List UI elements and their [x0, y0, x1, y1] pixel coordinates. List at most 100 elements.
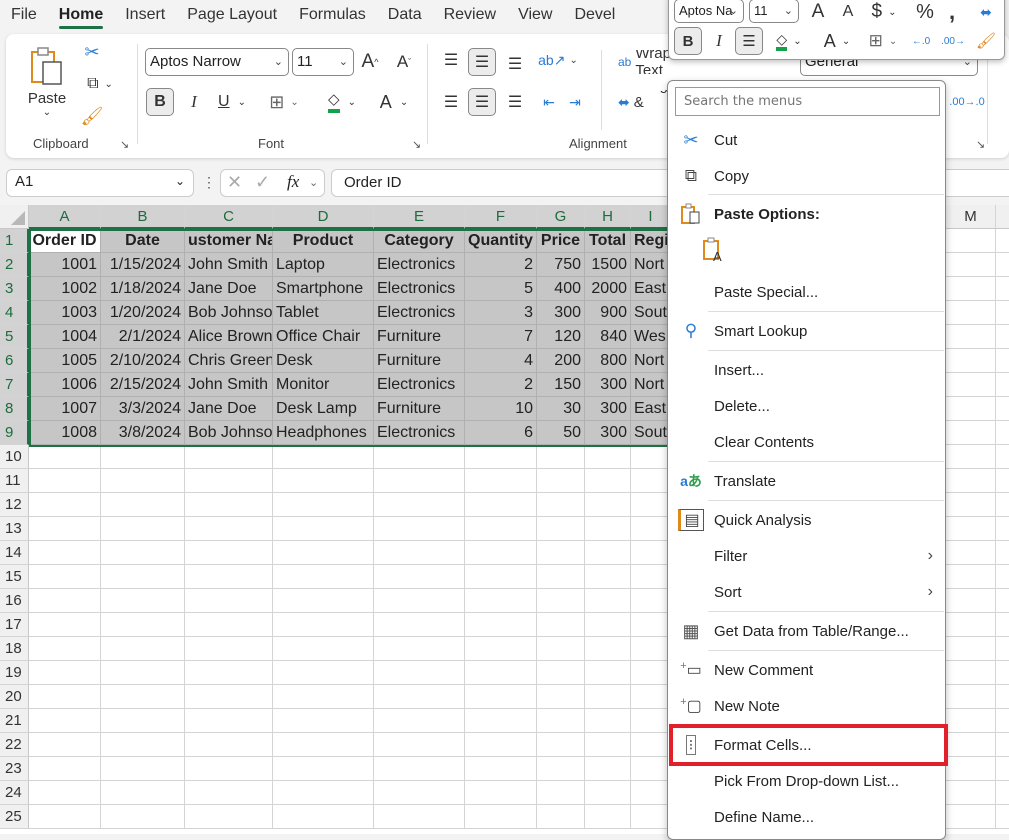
row-header[interactable]: 7: [0, 373, 29, 397]
empty-cell[interactable]: [29, 709, 101, 733]
orientation-button[interactable]: ab↗ ⌄: [536, 48, 580, 72]
empty-cell[interactable]: [465, 805, 537, 829]
data-cell[interactable]: Electronics: [374, 277, 465, 301]
data-cell[interactable]: Alice Brown: [185, 325, 273, 349]
empty-cell[interactable]: [465, 757, 537, 781]
empty-cell[interactable]: [996, 661, 1009, 685]
empty-cell[interactable]: [996, 445, 1009, 469]
data-cell[interactable]: 3: [465, 301, 537, 325]
empty-cell[interactable]: [374, 445, 465, 469]
empty-cell[interactable]: [29, 589, 101, 613]
column-header[interactable]: D: [273, 205, 374, 229]
row-header[interactable]: 5: [0, 325, 29, 349]
empty-cell[interactable]: [374, 493, 465, 517]
empty-cell[interactable]: [996, 373, 1009, 397]
header-cell[interactable]: Quantity: [465, 229, 537, 253]
empty-cell[interactable]: [537, 445, 585, 469]
column-header[interactable]: F: [465, 205, 537, 229]
mini-increase-font-button[interactable]: A: [807, 1, 829, 23]
empty-cell[interactable]: [29, 493, 101, 517]
copy-button[interactable]: ⧉ ⌄: [80, 72, 120, 96]
empty-cell[interactable]: [946, 349, 996, 373]
data-cell[interactable]: Bob Johnsor: [185, 301, 273, 325]
empty-cell[interactable]: [996, 781, 1009, 805]
data-cell[interactable]: 1008: [29, 421, 101, 445]
empty-cell[interactable]: [537, 589, 585, 613]
row-header[interactable]: 1: [0, 229, 29, 253]
column-header[interactable]: B: [101, 205, 185, 229]
empty-cell[interactable]: [996, 805, 1009, 829]
data-cell[interactable]: 750: [537, 253, 585, 277]
row-header[interactable]: 13: [0, 517, 29, 541]
data-cell[interactable]: Electronics: [374, 373, 465, 397]
data-cell[interactable]: Sout: [631, 421, 671, 445]
empty-cell[interactable]: [585, 637, 631, 661]
empty-cell[interactable]: [465, 637, 537, 661]
empty-cell[interactable]: [585, 493, 631, 517]
data-cell[interactable]: 1500: [585, 253, 631, 277]
empty-cell[interactable]: [996, 709, 1009, 733]
data-cell[interactable]: 3/3/2024: [101, 397, 185, 421]
empty-cell[interactable]: [946, 637, 996, 661]
row-header[interactable]: 6: [0, 349, 29, 373]
empty-cell[interactable]: [996, 229, 1009, 253]
empty-cell[interactable]: [185, 637, 273, 661]
menu-item-quick-analysis[interactable]: ▤ Quick Analysis: [668, 503, 945, 537]
tab-view[interactable]: View: [507, 0, 563, 32]
data-cell[interactable]: 1/18/2024: [101, 277, 185, 301]
empty-cell[interactable]: [101, 469, 185, 493]
tab-insert[interactable]: Insert: [114, 0, 176, 32]
data-cell[interactable]: 1003: [29, 301, 101, 325]
header-cell[interactable]: ustomer Nan: [185, 229, 273, 253]
empty-cell[interactable]: [537, 613, 585, 637]
menu-item-paste-special[interactable]: Paste Special...: [668, 275, 945, 309]
empty-cell[interactable]: [101, 637, 185, 661]
empty-cell[interactable]: [185, 445, 273, 469]
row-header[interactable]: 20: [0, 685, 29, 709]
empty-cell[interactable]: [946, 421, 996, 445]
data-cell[interactable]: Furniture: [374, 349, 465, 373]
empty-cell[interactable]: [631, 805, 671, 829]
row-header[interactable]: 23: [0, 757, 29, 781]
italic-button[interactable]: I: [182, 88, 206, 116]
row-header[interactable]: 17: [0, 613, 29, 637]
empty-cell[interactable]: [537, 805, 585, 829]
empty-cell[interactable]: [29, 661, 101, 685]
empty-cell[interactable]: [101, 805, 185, 829]
empty-cell[interactable]: [374, 637, 465, 661]
accounting-format-button[interactable]: $ ⌄: [867, 1, 901, 23]
empty-cell[interactable]: [996, 565, 1009, 589]
menu-item-sort[interactable]: Sort ›: [668, 575, 945, 609]
data-cell[interactable]: 2/10/2024: [101, 349, 185, 373]
data-cell[interactable]: Bob Johnsor: [185, 421, 273, 445]
menu-item-define-name[interactable]: Define Name...: [668, 800, 945, 834]
data-cell[interactable]: 150: [537, 373, 585, 397]
empty-cell[interactable]: [101, 613, 185, 637]
empty-cell[interactable]: [465, 733, 537, 757]
menu-item-new-comment[interactable]: +▭ New Comment: [668, 653, 945, 687]
data-cell[interactable]: Wes: [631, 325, 671, 349]
align-top-button[interactable]: ☰: [440, 48, 462, 72]
header-cell[interactable]: Total: [585, 229, 631, 253]
empty-cell[interactable]: [101, 493, 185, 517]
empty-cell[interactable]: [946, 301, 996, 325]
empty-cell[interactable]: [946, 397, 996, 421]
empty-cell[interactable]: [29, 781, 101, 805]
data-cell[interactable]: 6: [465, 421, 537, 445]
empty-cell[interactable]: [946, 781, 996, 805]
empty-cell[interactable]: [946, 733, 996, 757]
empty-cell[interactable]: [185, 541, 273, 565]
empty-cell[interactable]: [101, 709, 185, 733]
empty-cell[interactable]: [374, 541, 465, 565]
empty-cell[interactable]: [631, 565, 671, 589]
row-header[interactable]: 14: [0, 541, 29, 565]
data-cell[interactable]: 2000: [585, 277, 631, 301]
empty-cell[interactable]: [946, 517, 996, 541]
empty-cell[interactable]: [273, 589, 374, 613]
row-header[interactable]: 3: [0, 277, 29, 301]
menu-item-cut[interactable]: ✂ Cut: [668, 123, 945, 157]
menu-item-new-note[interactable]: +▢ New Note: [668, 689, 945, 723]
row-header[interactable]: 22: [0, 733, 29, 757]
empty-cell[interactable]: [631, 709, 671, 733]
align-right-button[interactable]: ☰: [504, 88, 526, 116]
